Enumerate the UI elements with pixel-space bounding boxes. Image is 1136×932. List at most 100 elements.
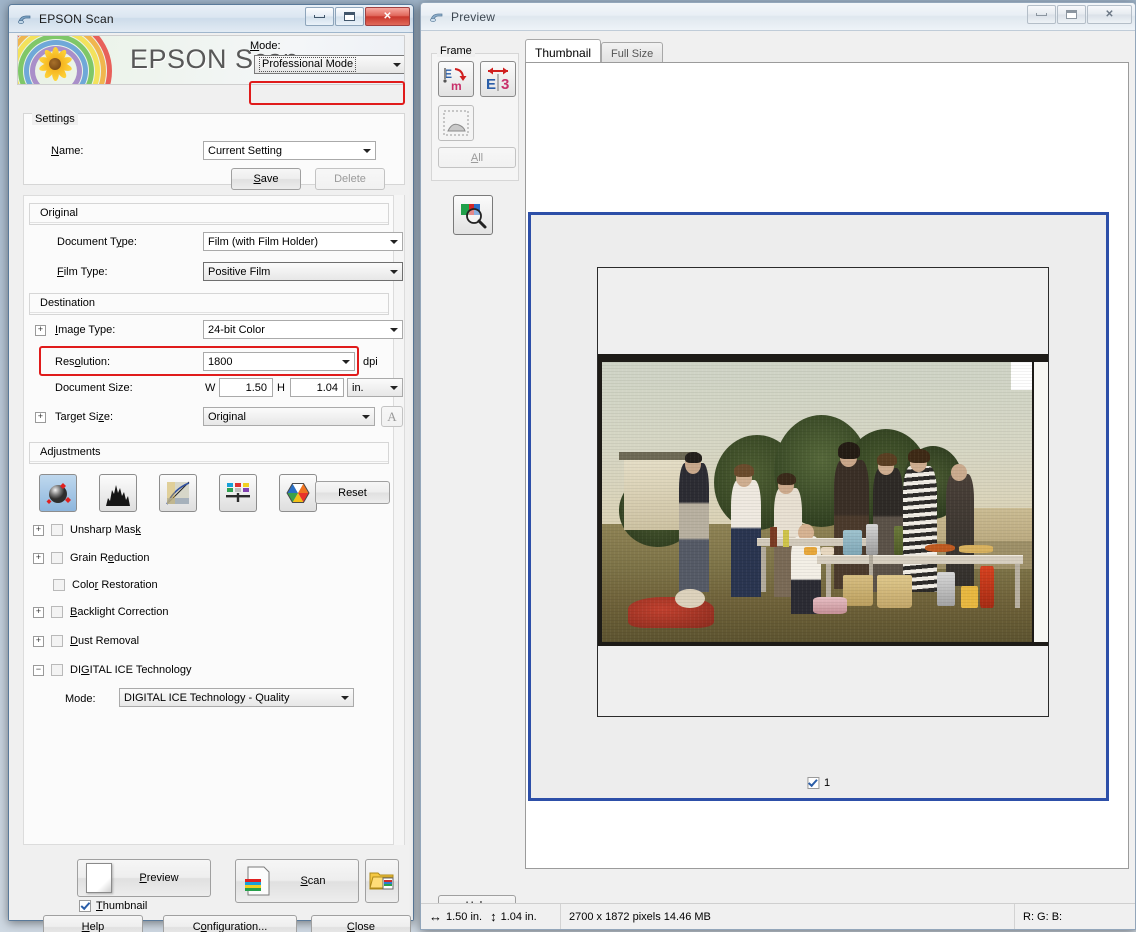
chevron-down-icon[interactable] — [359, 142, 375, 159]
epson-scan-window: EPSON Scan ✕ — [8, 4, 414, 921]
original-group-label: Original — [30, 204, 388, 223]
tab-full-size[interactable]: Full Size — [601, 42, 663, 62]
option-grain-reduction[interactable]: + Grain Reduction — [33, 552, 150, 564]
color-restoration-checkbox[interactable] — [53, 579, 65, 591]
chevron-down-icon[interactable] — [386, 233, 402, 250]
color-palette-icon[interactable] — [279, 474, 317, 512]
close-button[interactable]: ✕ — [365, 7, 410, 26]
document-size-h-field[interactable]: 1.04 — [290, 378, 344, 397]
target-size-value: Original — [208, 411, 246, 423]
option-unsharp-mask[interactable]: + Unsharp Mask — [33, 524, 141, 536]
grain-reduction-checkbox[interactable] — [51, 552, 63, 564]
image-type-value: 24-bit Color — [208, 324, 265, 336]
document-size-w-field[interactable]: 1.50 — [219, 378, 273, 397]
pixels-status: 2700 x 1872 pixels 14.46 MB — [561, 904, 1015, 929]
thumbnail-selection-frame[interactable]: 1 — [528, 212, 1109, 801]
film-type-combobox[interactable]: Positive Film — [203, 262, 403, 281]
chevron-down-icon[interactable] — [358, 408, 374, 425]
image-adjustment-icon[interactable] — [219, 474, 257, 512]
chevron-down-icon[interactable] — [386, 321, 402, 338]
preview-button-label: Preview — [122, 872, 210, 884]
mode-combobox[interactable]: Professional Mode — [254, 55, 405, 74]
target-size-expander[interactable]: + — [35, 412, 46, 423]
minimize-button[interactable] — [1027, 5, 1056, 24]
name-combobox[interactable]: Current Setting — [203, 141, 376, 160]
preview-button[interactable]: Preview — [77, 859, 211, 897]
option-dust-removal[interactable]: + Dust Removal — [33, 635, 139, 647]
preview-canvas[interactable]: 1 — [525, 62, 1129, 869]
all-frames-button[interactable]: All — [438, 147, 516, 168]
dust-removal-expander[interactable]: + — [33, 636, 44, 647]
auto-exposure-icon[interactable] — [39, 474, 77, 512]
resolution-combobox[interactable]: 1800 — [203, 352, 355, 371]
dust-removal-checkbox[interactable] — [51, 635, 63, 647]
option-backlight-correction[interactable]: + Backlight Correction — [33, 606, 168, 618]
image-type-expander[interactable]: + — [35, 325, 46, 336]
scan-to-folder-button[interactable] — [365, 859, 399, 903]
mode-value: Professional Mode — [259, 57, 356, 72]
close-dialog-button[interactable]: Close — [311, 915, 411, 932]
maximize-button[interactable] — [1057, 5, 1086, 24]
digital-ice-label: DIGITAL ICE Technology — [70, 664, 191, 676]
mirror-frame-icon[interactable]: E 3 — [480, 61, 516, 97]
save-button[interactable]: Save — [231, 168, 301, 190]
resolution-label: Resolution: — [55, 356, 110, 368]
preview-titlebar[interactable]: Preview ✕ — [421, 3, 1135, 31]
frame-number-label: 1 — [824, 777, 830, 789]
frame-checkbox[interactable] — [807, 777, 819, 789]
epson-window-title: EPSON Scan — [39, 12, 114, 26]
auto-locate-frame-icon[interactable] — [438, 105, 474, 141]
document-size-h-value: 1.04 — [317, 382, 338, 394]
close-button[interactable]: ✕ — [1087, 5, 1132, 24]
document-size-h-label: H — [277, 382, 285, 394]
backlight-correction-checkbox[interactable] — [51, 606, 63, 618]
image-type-combobox[interactable]: 24-bit Color — [203, 320, 403, 339]
settings-scrollbar[interactable] — [393, 195, 404, 845]
maximize-button[interactable] — [335, 7, 364, 26]
frame-panel: Frame E m E — [427, 35, 525, 869]
document-type-combobox[interactable]: Film (with Film Holder) — [203, 232, 403, 251]
scan-to-folder-icon — [369, 868, 395, 895]
histogram-adjustment-icon[interactable] — [99, 474, 137, 512]
option-color-restoration[interactable]: Color Restoration — [53, 579, 158, 591]
unsharp-mask-expander[interactable]: + — [33, 525, 44, 536]
frame-number-row[interactable]: 1 — [807, 777, 830, 789]
chevron-down-icon[interactable] — [386, 379, 402, 396]
tone-correction-icon[interactable] — [159, 474, 197, 512]
chevron-down-icon[interactable] — [389, 56, 405, 73]
digital-ice-expander[interactable]: − — [33, 665, 44, 676]
minimize-button[interactable] — [305, 7, 334, 26]
option-digital-ice[interactable]: − DIGITAL ICE Technology — [33, 664, 191, 676]
target-size-combobox[interactable]: Original — [203, 407, 375, 426]
reset-button[interactable]: Reset — [315, 481, 390, 504]
settings-group-label: Settings — [32, 113, 78, 125]
ice-mode-combobox[interactable]: DIGITAL ICE Technology - Quality — [119, 688, 354, 707]
scanner-icon — [17, 11, 33, 27]
page-preview-icon — [86, 863, 112, 893]
target-size-label: Target Size: — [55, 411, 113, 423]
zoom-preview-icon[interactable] — [453, 195, 493, 235]
chevron-down-icon[interactable] — [338, 353, 354, 370]
backlight-correction-expander[interactable]: + — [33, 607, 44, 618]
thumbnail-checkbox[interactable] — [79, 900, 91, 912]
grain-reduction-expander[interactable]: + — [33, 553, 44, 564]
configuration-button[interactable]: Configuration... — [163, 915, 297, 932]
rotate-frame-icon[interactable]: E m — [438, 61, 474, 97]
scan-button[interactable]: Scan — [235, 859, 359, 903]
preview-window: Preview ✕ Frame E m — [420, 2, 1136, 930]
document-size-unit-combobox[interactable]: in. — [347, 378, 403, 397]
backlight-correction-label: Backlight Correction — [70, 606, 168, 618]
epson-window-controls: ✕ — [305, 7, 410, 26]
unsharp-mask-checkbox[interactable] — [51, 524, 63, 536]
target-size-rotate-button[interactable]: A — [381, 406, 403, 427]
epson-titlebar[interactable]: EPSON Scan ✕ — [9, 5, 413, 33]
chevron-down-icon[interactable] — [386, 263, 402, 280]
tab-thumbnail[interactable]: Thumbnail — [525, 39, 601, 62]
chevron-down-icon[interactable] — [337, 689, 353, 706]
width-arrow-icon: ↔ — [429, 910, 442, 923]
color-restoration-label: Color Restoration — [72, 579, 158, 591]
thumbnail-checkbox-row[interactable]: Thumbnail — [79, 900, 147, 912]
digital-ice-checkbox[interactable] — [51, 664, 63, 676]
delete-button[interactable]: Delete — [315, 168, 385, 190]
help-button[interactable]: Help — [43, 915, 143, 932]
